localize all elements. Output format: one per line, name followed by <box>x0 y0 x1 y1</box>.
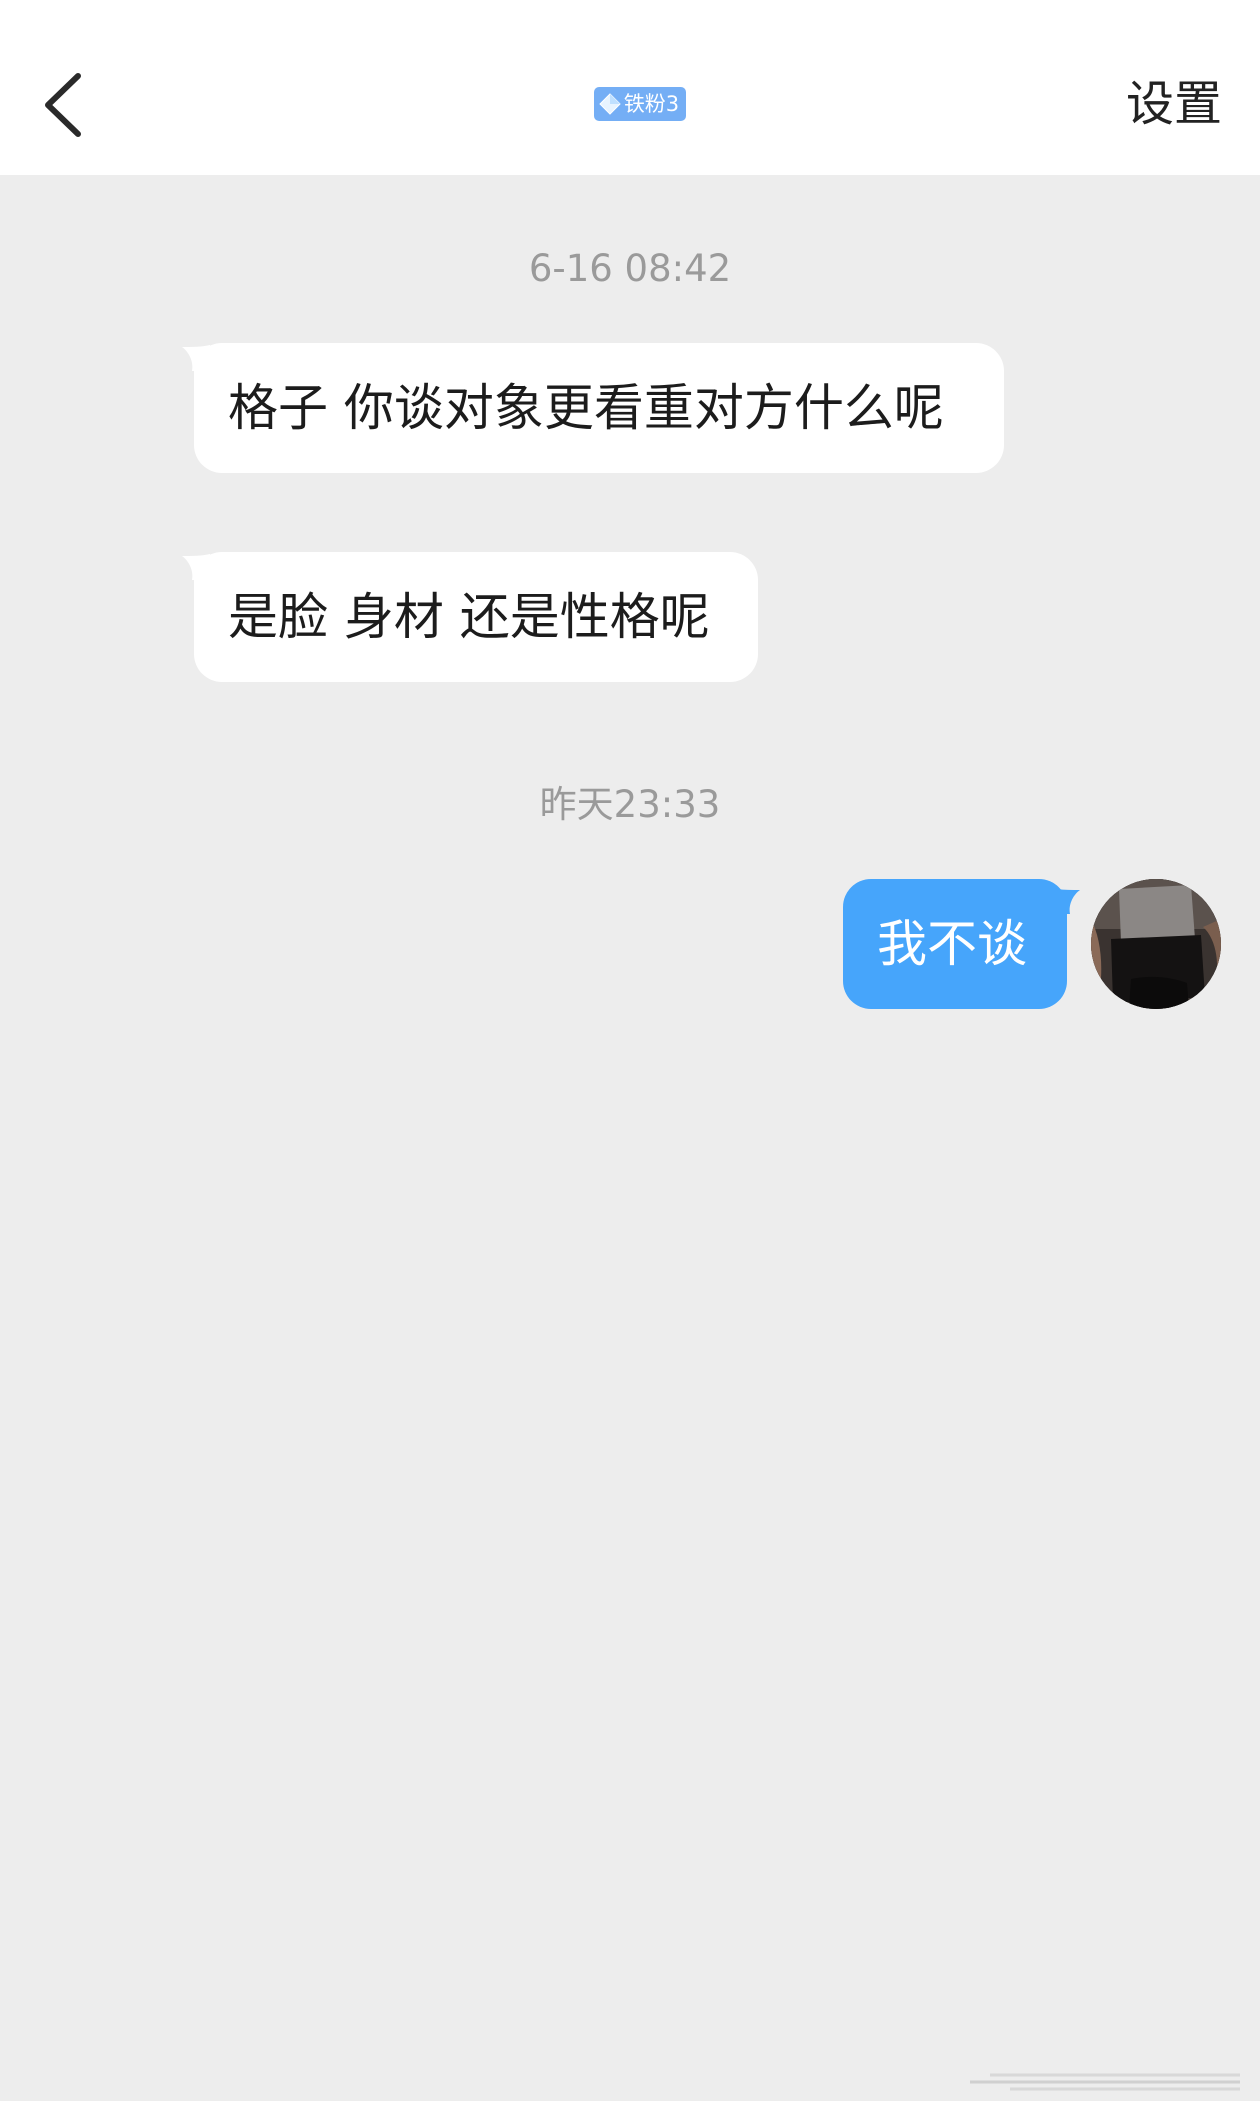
bubble-tail <box>1052 888 1080 914</box>
incoming-message-bubble[interactable]: 格子 你谈对象更看重对方什么呢 <box>194 343 1004 473</box>
settings-button[interactable]: 设置 <box>1126 72 1222 136</box>
fan-level-badge: 铁粉3 <box>593 87 687 121</box>
message-text: 格子 你谈对象更看重对方什么呢 <box>228 379 944 437</box>
badge-label: 铁粉3 <box>623 92 680 116</box>
message-text: 是脸 身材 还是性格呢 <box>228 588 710 646</box>
scroll-indicator <box>970 2073 1240 2091</box>
chat-header: 铁粉3 设置 <box>0 0 1260 175</box>
incoming-message-bubble[interactable]: 是脸 身材 还是性格呢 <box>194 552 758 682</box>
diamond-icon <box>599 93 621 115</box>
message-timestamp: 昨天23:33 <box>539 783 721 826</box>
user-avatar[interactable] <box>1091 879 1221 1009</box>
message-text: 我不谈 <box>877 915 1027 973</box>
avatar-photo <box>1091 879 1221 1009</box>
message-timestamp: 6-16 08:42 <box>528 247 732 290</box>
outgoing-message-bubble[interactable]: 我不谈 <box>843 879 1067 1009</box>
chat-title: 铁粉3 <box>0 86 1260 122</box>
